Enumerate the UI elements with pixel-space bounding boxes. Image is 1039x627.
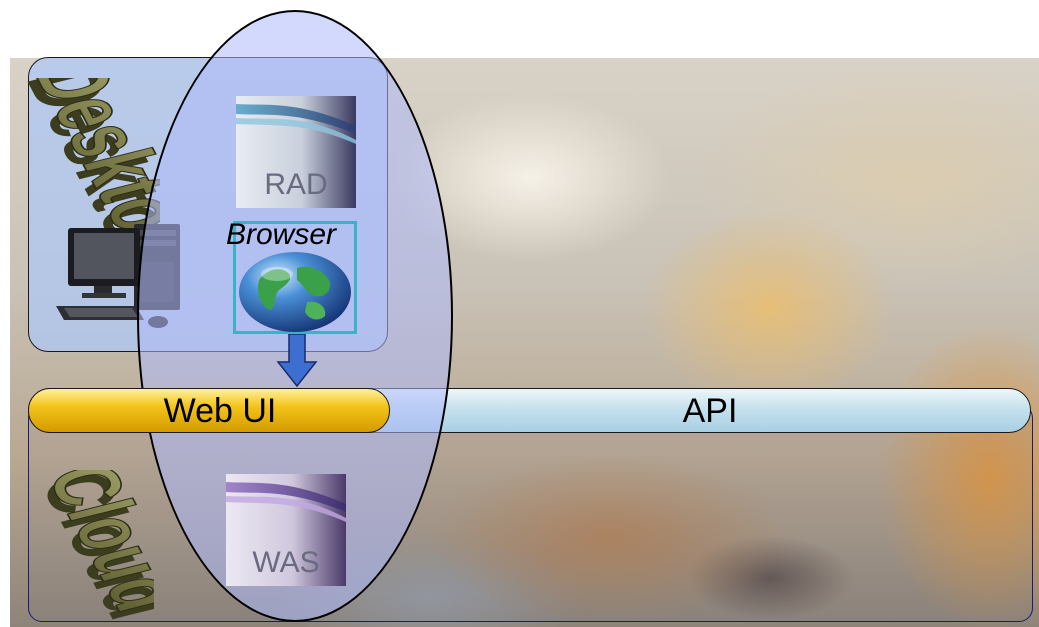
was-label: WAS bbox=[252, 546, 320, 579]
web-ui-label: Web UI bbox=[163, 392, 277, 430]
api-label: API bbox=[682, 392, 738, 430]
rad-product-box: RAD bbox=[236, 96, 356, 208]
cloud-word-art: Cloud Cloud bbox=[20, 470, 154, 620]
cloud-word-art-text: Cloud bbox=[27, 470, 154, 620]
rad-label: RAD bbox=[264, 168, 328, 201]
globe-icon bbox=[239, 252, 351, 332]
was-product-box: WAS bbox=[226, 474, 346, 586]
down-arrow-icon bbox=[276, 334, 318, 388]
